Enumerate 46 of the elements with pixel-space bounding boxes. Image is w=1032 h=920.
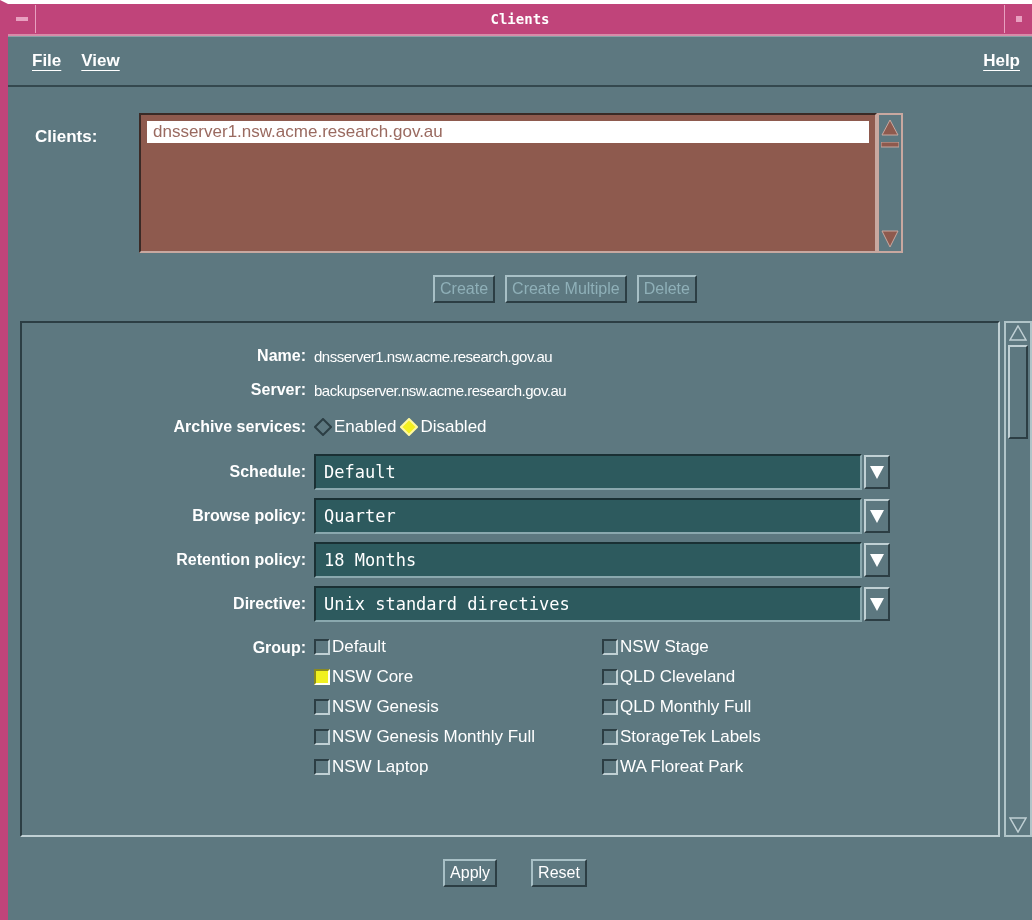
clients-list[interactable]: dnsserver1.nsw.acme.research.gov.au	[139, 113, 877, 253]
dropdown-field[interactable]: Quarter	[314, 498, 862, 534]
server-value: backupserver.nsw.acme.research.gov.au	[314, 381, 567, 399]
checkbox[interactable]: QLD Monthly Full	[602, 697, 902, 717]
field-label: Server:	[249, 381, 307, 399]
checkbox[interactable]: Default	[314, 637, 602, 657]
checkbox[interactable]: NSW Stage	[602, 637, 902, 657]
checkbox[interactable]: StorageTek Labels	[602, 727, 902, 747]
dropdown-field[interactable]: Default	[314, 454, 862, 490]
menu-item[interactable]: View	[81, 51, 120, 71]
radio-icon[interactable]	[314, 418, 332, 436]
reset-button[interactable]: Reset	[531, 859, 587, 887]
scroll-thumb[interactable]	[881, 142, 899, 148]
menu-item[interactable]: Help	[983, 51, 1020, 71]
bar-icon	[15, 16, 28, 22]
field-label: Retention policy:	[175, 551, 307, 569]
scroll-up-icon[interactable]	[1009, 325, 1027, 341]
scroll-down-icon[interactable]	[881, 230, 899, 248]
window-title: Clients	[489, 11, 551, 27]
checkbox[interactable]: NSW Laptop	[314, 757, 602, 777]
menu-item[interactable]: File	[32, 51, 62, 71]
scroll-thumb[interactable]	[1008, 345, 1028, 439]
radio-button[interactable]: Disabled	[400, 417, 487, 437]
radio-button[interactable]: Enabled	[314, 417, 397, 437]
dropdown-field[interactable]: 18 Months	[314, 542, 862, 578]
field-label: Browse policy:	[191, 507, 307, 525]
checkbox[interactable]: NSW Genesis Monthly Full	[314, 727, 602, 747]
field-label: Group:	[251, 638, 307, 657]
field-label: Archive services:	[172, 418, 307, 436]
checkbox[interactable]: NSW Genesis	[314, 697, 602, 717]
list-item[interactable]: dnsserver1.nsw.acme.research.gov.au	[147, 121, 869, 143]
name-value: dnsserver1.nsw.acme.research.gov.au	[314, 347, 553, 365]
square-icon	[1015, 16, 1022, 22]
checkbox[interactable]: QLD Cleveland	[602, 667, 902, 687]
apply-button[interactable]: Apply	[443, 859, 498, 887]
scroll-down-icon[interactable]	[1009, 817, 1027, 833]
field-label: Name:	[256, 347, 307, 365]
checkbox[interactable]: NSW Core	[314, 667, 602, 687]
checkbox[interactable]: WA Floreat Park	[602, 757, 902, 777]
scrollbar[interactable]	[877, 113, 903, 253]
field-label: Directive:	[232, 595, 307, 613]
dropdown-field[interactable]: Unix standard directives	[314, 586, 862, 622]
clients-label: Clients:	[35, 127, 99, 147]
scrollbar[interactable]	[1004, 321, 1032, 837]
field-label: Schedule:	[228, 463, 307, 481]
scroll-up-icon[interactable]	[881, 118, 899, 136]
